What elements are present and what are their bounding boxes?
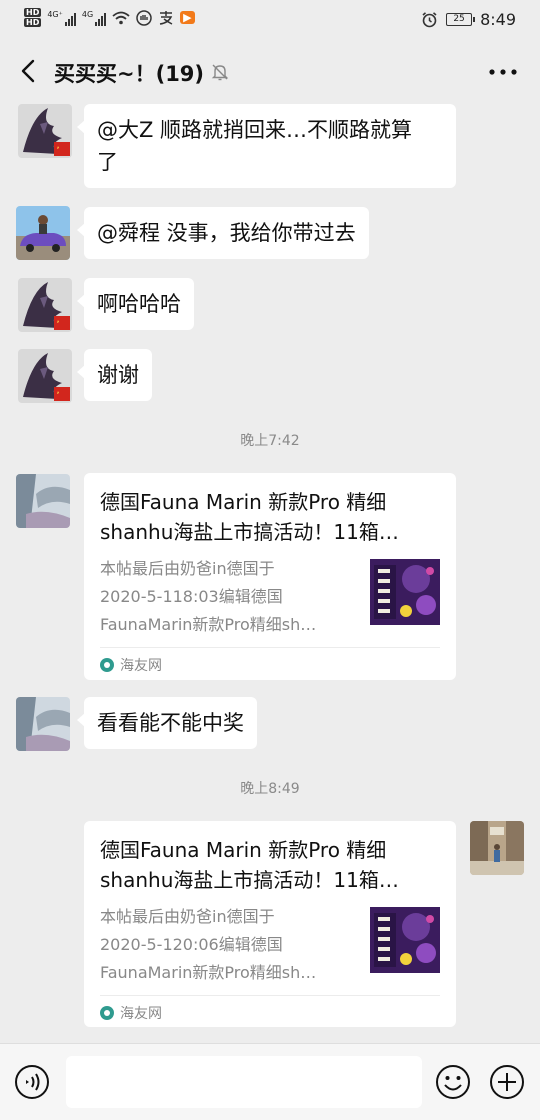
media-icon: ▶ [180,11,195,24]
avatar[interactable] [16,474,70,528]
timestamp: 晚上8:49 [240,781,300,797]
blur-avatar [16,697,70,751]
street-avatar [470,821,524,875]
link-card-desc-line: 本帖最后由奶爸in德国于 [100,907,275,926]
battery-icon: 25 [446,13,476,26]
link-card-title-line: 德国Fauna Marin 新款Pro 精细 [100,838,387,862]
message-text-line: 看看能不能中奖 [97,711,244,735]
message-item [18,104,72,158]
message-item [470,821,524,875]
more-dots-icon[interactable] [488,62,518,82]
chat-title: 买买买~！(19) [54,62,205,86]
wifi-icon [112,11,130,24]
hd-badge-2: HD [24,18,42,27]
message-text-line: 谢谢 [97,363,139,387]
alipay-icon [160,10,173,25]
link-card-description: 本帖最后由奶爸in德国于 2020-5-118:03编辑德国 FaunaMari… [100,555,350,639]
message-text-line: @大Z 顺路就捎回来…不顺路就算 [97,118,413,142]
link-card-divider [100,647,440,648]
message-bubble[interactable]: 谢谢 [77,349,152,401]
avatar[interactable] [18,349,72,403]
avatar[interactable] [16,206,70,260]
link-card-title-line: shanhu海盐上市搞活动！11箱… [100,520,399,544]
source-logo-icon [100,658,114,672]
message-item [16,206,70,260]
timestamp: 晚上7:42 [240,433,300,449]
dragon-avatar [18,278,72,332]
avatar[interactable] [470,821,524,875]
link-card-desc-line: FaunaMarin新款Pro精细sh… [100,963,317,982]
message-text-line: 啊哈哈哈 [97,292,181,316]
message-item [16,474,70,528]
message-item [18,278,72,332]
link-card-title: 德国Fauna Marin 新款Pro 精细 shanhu海盐上市搞活动！11箱… [100,487,430,547]
source-logo-icon [100,1006,114,1020]
link-card-desc-line: 本帖最后由奶爸in德国于 [100,559,275,578]
link-card-desc-line: 2020-5-118:03编辑德国 [100,587,283,606]
hd-indicator: HD HD [24,8,42,27]
link-card-title-line: 德国Fauna Marin 新款Pro 精细 [100,490,387,514]
message-text-line: @舜程 没事，我给你带过去 [97,221,356,245]
message-text-line: 了 [97,150,118,174]
input-bar [0,1043,540,1120]
voice-icon[interactable] [14,1064,50,1100]
link-card-source: 海友网 [100,655,162,675]
message-bubble[interactable]: @大Z 顺路就捎回来…不顺路就算 了 [77,104,456,188]
message-bubble[interactable]: 看看能不能中奖 [77,697,257,749]
avatar[interactable] [16,697,70,751]
signal-icon-2: 4G [81,9,107,26]
car-avatar [16,206,70,260]
message-input[interactable] [66,1056,422,1108]
chat-header: 买买买~！(19) [0,40,540,104]
link-card-divider [100,995,440,996]
alarm-icon [422,12,437,28]
message-bubble[interactable]: 啊哈哈哈 [77,278,194,330]
hd-badge-1: HD [24,8,42,17]
network-type-2: 4G [81,9,94,19]
link-card-description: 本帖最后由奶爸in德国于 2020-5-120:06编辑德国 FaunaMari… [100,903,350,987]
link-card[interactable]: 德国Fauna Marin 新款Pro 精细 shanhu海盐上市搞活动！11箱… [84,473,456,680]
link-card-source: 海友网 [100,1003,162,1023]
bell-off-icon [211,64,229,81]
link-card-desc-line: 2020-5-120:06编辑德国 [100,935,283,954]
message-item [18,349,72,403]
link-card-source-name: 海友网 [120,658,162,674]
link-card[interactable]: 德国Fauna Marin 新款Pro 精细 shanhu海盐上市搞活动！11箱… [84,821,456,1027]
link-card-title-line: shanhu海盐上市搞活动！11箱… [100,868,399,892]
message-bubble[interactable]: @舜程 没事，我给你带过去 [77,207,369,259]
blur-avatar [16,474,70,528]
avatar[interactable] [18,104,72,158]
link-card-desc-line: FaunaMarin新款Pro精细sh… [100,615,317,634]
emoji-icon[interactable] [435,1064,471,1100]
signal-icon: 4G⁺ [47,10,76,26]
chevron-left-icon[interactable] [14,56,44,86]
avatar[interactable] [18,278,72,332]
link-card-thumbnail [370,559,440,625]
shield-hand-icon [136,9,152,26]
link-card-thumbnail [370,907,440,973]
message-item [16,697,70,751]
plus-icon[interactable] [489,1064,525,1100]
link-card-title: 德国Fauna Marin 新款Pro 精细 shanhu海盐上市搞活动！11箱… [100,835,430,895]
status-bar: HD HD 4G⁺ 4G ▶ 25 8:49 [0,0,540,40]
dragon-avatar [18,349,72,403]
link-card-source-name: 海友网 [120,1006,162,1022]
dragon-avatar [18,104,72,158]
network-type-1: 4G⁺ [47,9,63,19]
status-time: 8:49 [480,10,516,29]
